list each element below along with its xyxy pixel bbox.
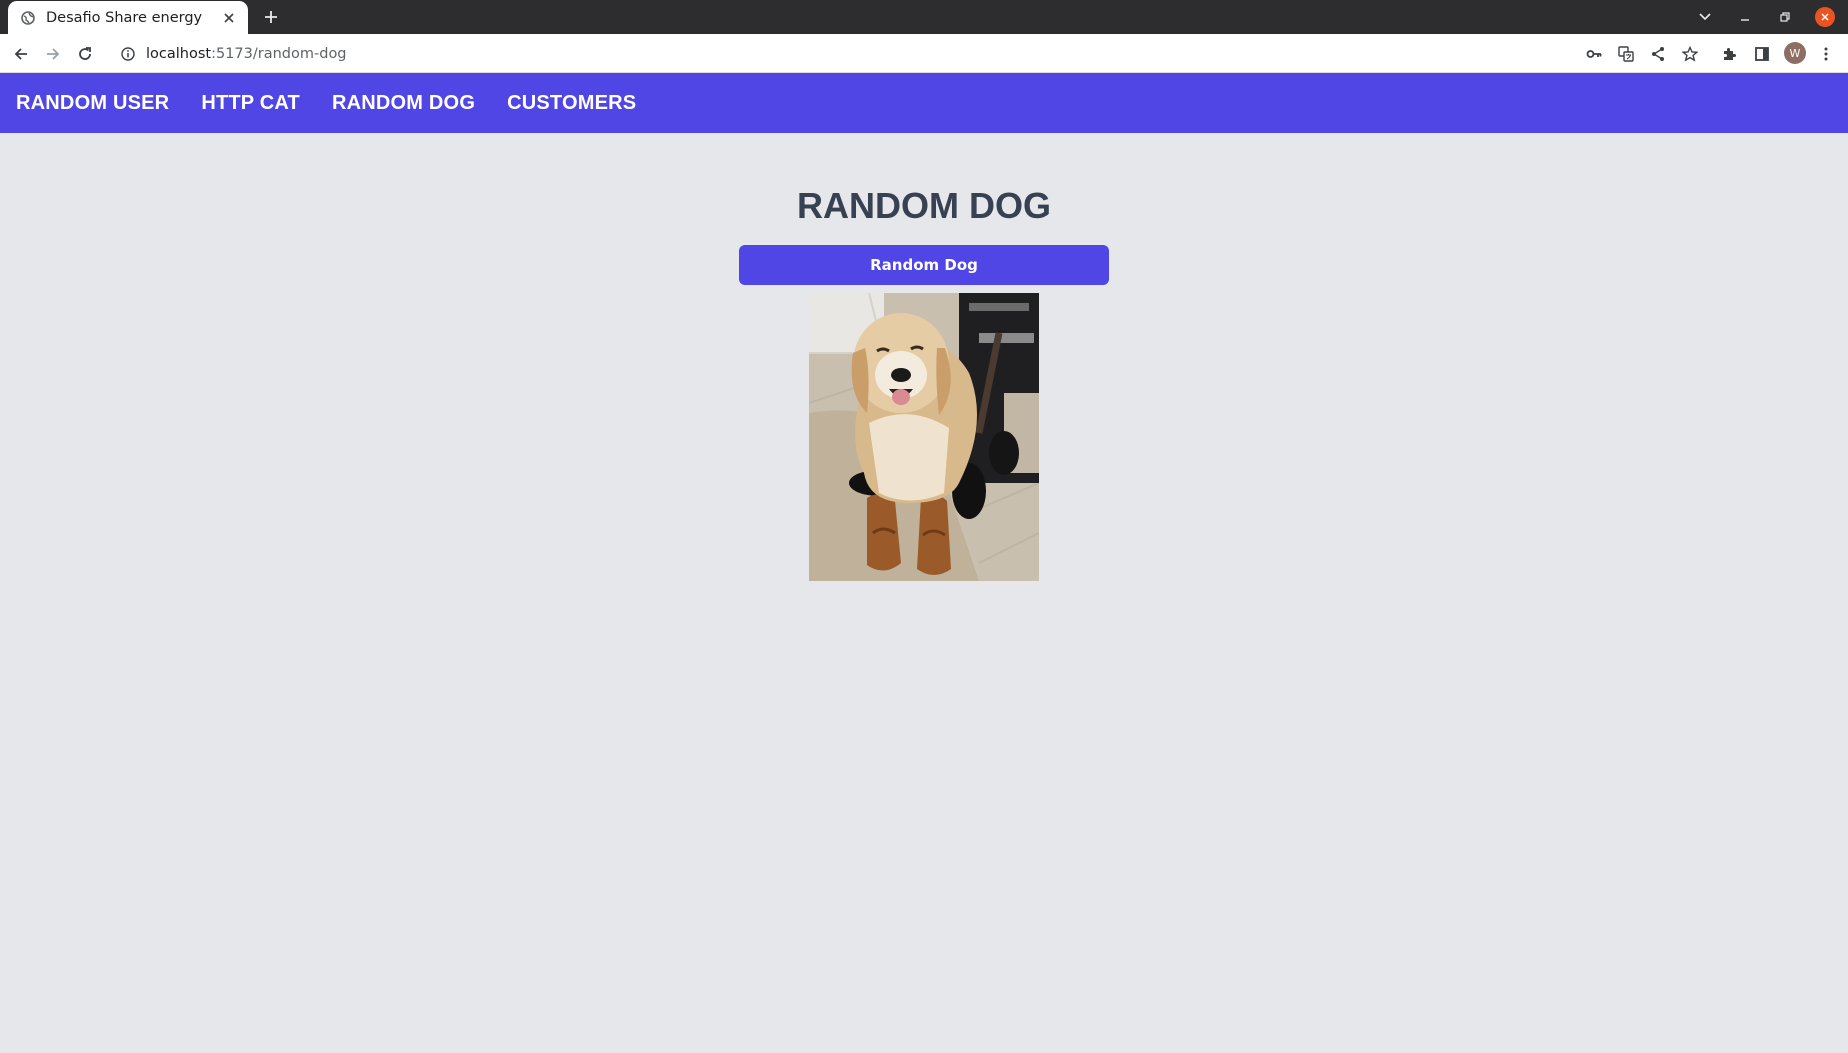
url-text: localhost:5173/random-dog: [146, 46, 347, 62]
page-content: RANDOM DOG Random Dog: [0, 133, 1848, 1053]
profile-avatar[interactable]: W: [1784, 42, 1806, 64]
forward-icon[interactable]: [41, 42, 65, 66]
new-tab-button[interactable]: [260, 6, 282, 28]
key-icon[interactable]: [1582, 42, 1606, 66]
back-icon[interactable]: [9, 42, 33, 66]
tab-search-icon[interactable]: [1694, 6, 1716, 28]
reload-icon[interactable]: [73, 42, 97, 66]
browser-toolbar: localhost:5173/random-dog W: [0, 34, 1848, 73]
app-navbar: RANDOM USER HTTP CAT RANDOM DOG CUSTOMER…: [0, 73, 1848, 133]
dog-image: [809, 293, 1039, 581]
extensions-icon[interactable]: [1718, 42, 1742, 66]
random-dog-button[interactable]: Random Dog: [739, 245, 1109, 285]
browser-tab[interactable]: Desafio Share energy: [8, 1, 248, 34]
globe-icon: [20, 10, 36, 26]
translate-icon[interactable]: [1614, 42, 1638, 66]
more-menu-icon[interactable]: [1814, 42, 1838, 66]
url-host: localhost: [146, 46, 212, 62]
close-icon[interactable]: [220, 9, 238, 27]
nav-link-http-cat[interactable]: HTTP CAT: [201, 92, 300, 115]
side-panel-icon[interactable]: [1750, 42, 1774, 66]
site-info-icon[interactable]: [118, 44, 138, 64]
share-icon[interactable]: [1646, 42, 1670, 66]
bookmark-star-icon[interactable]: [1678, 42, 1702, 66]
window-close-icon[interactable]: [1815, 7, 1835, 27]
address-bar[interactable]: localhost:5173/random-dog: [108, 38, 1706, 70]
nav-link-customers[interactable]: CUSTOMERS: [507, 92, 636, 115]
nav-link-random-dog[interactable]: RANDOM DOG: [332, 92, 475, 115]
minimize-icon[interactable]: [1734, 6, 1756, 28]
url-path: :5173/random-dog: [211, 46, 347, 62]
tab-title: Desafio Share energy: [46, 9, 203, 26]
restore-icon[interactable]: [1774, 6, 1796, 28]
page-title: RANDOM DOG: [797, 185, 1051, 226]
browser-tabstrip: Desafio Share energy: [0, 0, 1848, 34]
nav-link-random-user[interactable]: RANDOM USER: [16, 92, 169, 115]
